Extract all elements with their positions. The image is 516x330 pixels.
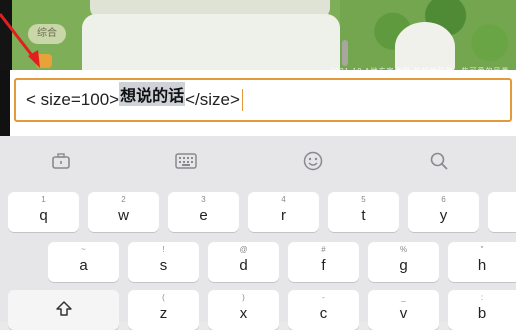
key-label: a [79,257,88,274]
key-f[interactable]: # f [288,242,359,282]
key-alt: ( [162,293,165,302]
chat-panel [82,14,340,78]
key-label: x [239,305,248,322]
size-tag-open: < size=100> [26,90,120,109]
key-label: z [159,305,168,322]
text-caret [241,89,244,111]
suitcase-icon[interactable] [48,148,74,174]
key-e[interactable]: 3e [168,192,239,232]
key-alt: ) [242,293,245,302]
key-label: d [239,257,248,274]
key-c[interactable]: -c [288,290,359,330]
key-alt: # [321,245,326,254]
shift-key[interactable] [8,290,119,330]
chat-input-bar: < size=100> 想说的话 </size> [0,70,516,136]
scrollbar-thumb[interactable] [342,40,348,66]
emoji-icon[interactable] [300,148,326,174]
key-label: y [439,207,448,224]
keyboard-icon[interactable] [173,148,199,174]
key-alt: % [399,245,408,254]
key-alt: : [480,293,484,302]
key-label: f [321,257,326,274]
chat-text-input[interactable]: < size=100> 想说的话 </size> [14,78,512,122]
key-alt: ~ [81,245,86,254]
key-s[interactable]: ! s [128,242,199,282]
game-scene: 综合 2021.10 A地方宣传图 某某地区的一些可爱的风景 [0,0,516,78]
key-label: s [159,257,168,274]
left-black-edge [0,70,10,136]
key-alt: 1 [41,195,46,204]
key-alt: @ [239,245,248,254]
size-tag-close: </size> [185,90,240,109]
key-label: g [399,257,408,274]
key-label: c [319,305,328,322]
key-a[interactable]: ~ a [48,242,119,282]
key-z[interactable]: (z [128,290,199,330]
key-alt: " [480,245,484,254]
key-alt: 3 [201,195,206,204]
key-r[interactable]: 4r [248,192,319,232]
key-y[interactable]: 6y [408,192,479,232]
key-alt: 5 [361,195,366,204]
key-label: e [199,207,208,224]
key-x[interactable]: ) x [208,290,279,330]
key-label: q [39,207,48,224]
shift-icon [56,301,72,316]
key-d[interactable]: @ d [208,242,279,282]
soft-keyboard: 1q 2w 3e 4r 5t 6y ~ a ! s @ d # f % g " h (z )… [0,136,516,330]
white-mound-decoration [395,22,455,72]
key-b[interactable]: :b [448,290,516,330]
key-t[interactable]: 5t [328,192,399,232]
key-label: v [399,305,408,322]
key-label: t [361,207,366,224]
key-alt: 4 [281,195,286,204]
key-u-partial[interactable] [488,192,516,232]
key-alt: 2 [121,195,126,204]
key-alt: _ [401,293,406,302]
key-h[interactable]: " h [448,242,516,282]
key-alt: ! [162,245,165,254]
key-g[interactable]: % g [368,242,439,282]
search-icon[interactable] [426,148,452,174]
selected-text[interactable]: 想说的话 [119,82,186,106]
key-label: h [477,257,487,274]
key-label: b [477,305,487,322]
keyboard-toolbar [0,136,516,184]
red-arrow-icon [0,13,40,68]
key-alt: 6 [441,195,446,204]
key-label: w [118,207,129,224]
key-alt: - [322,293,325,302]
key-w[interactable]: 2w [88,192,159,232]
key-q[interactable]: 1q [8,192,79,232]
key-label: r [281,207,286,224]
key-v[interactable]: _ v [368,290,439,330]
